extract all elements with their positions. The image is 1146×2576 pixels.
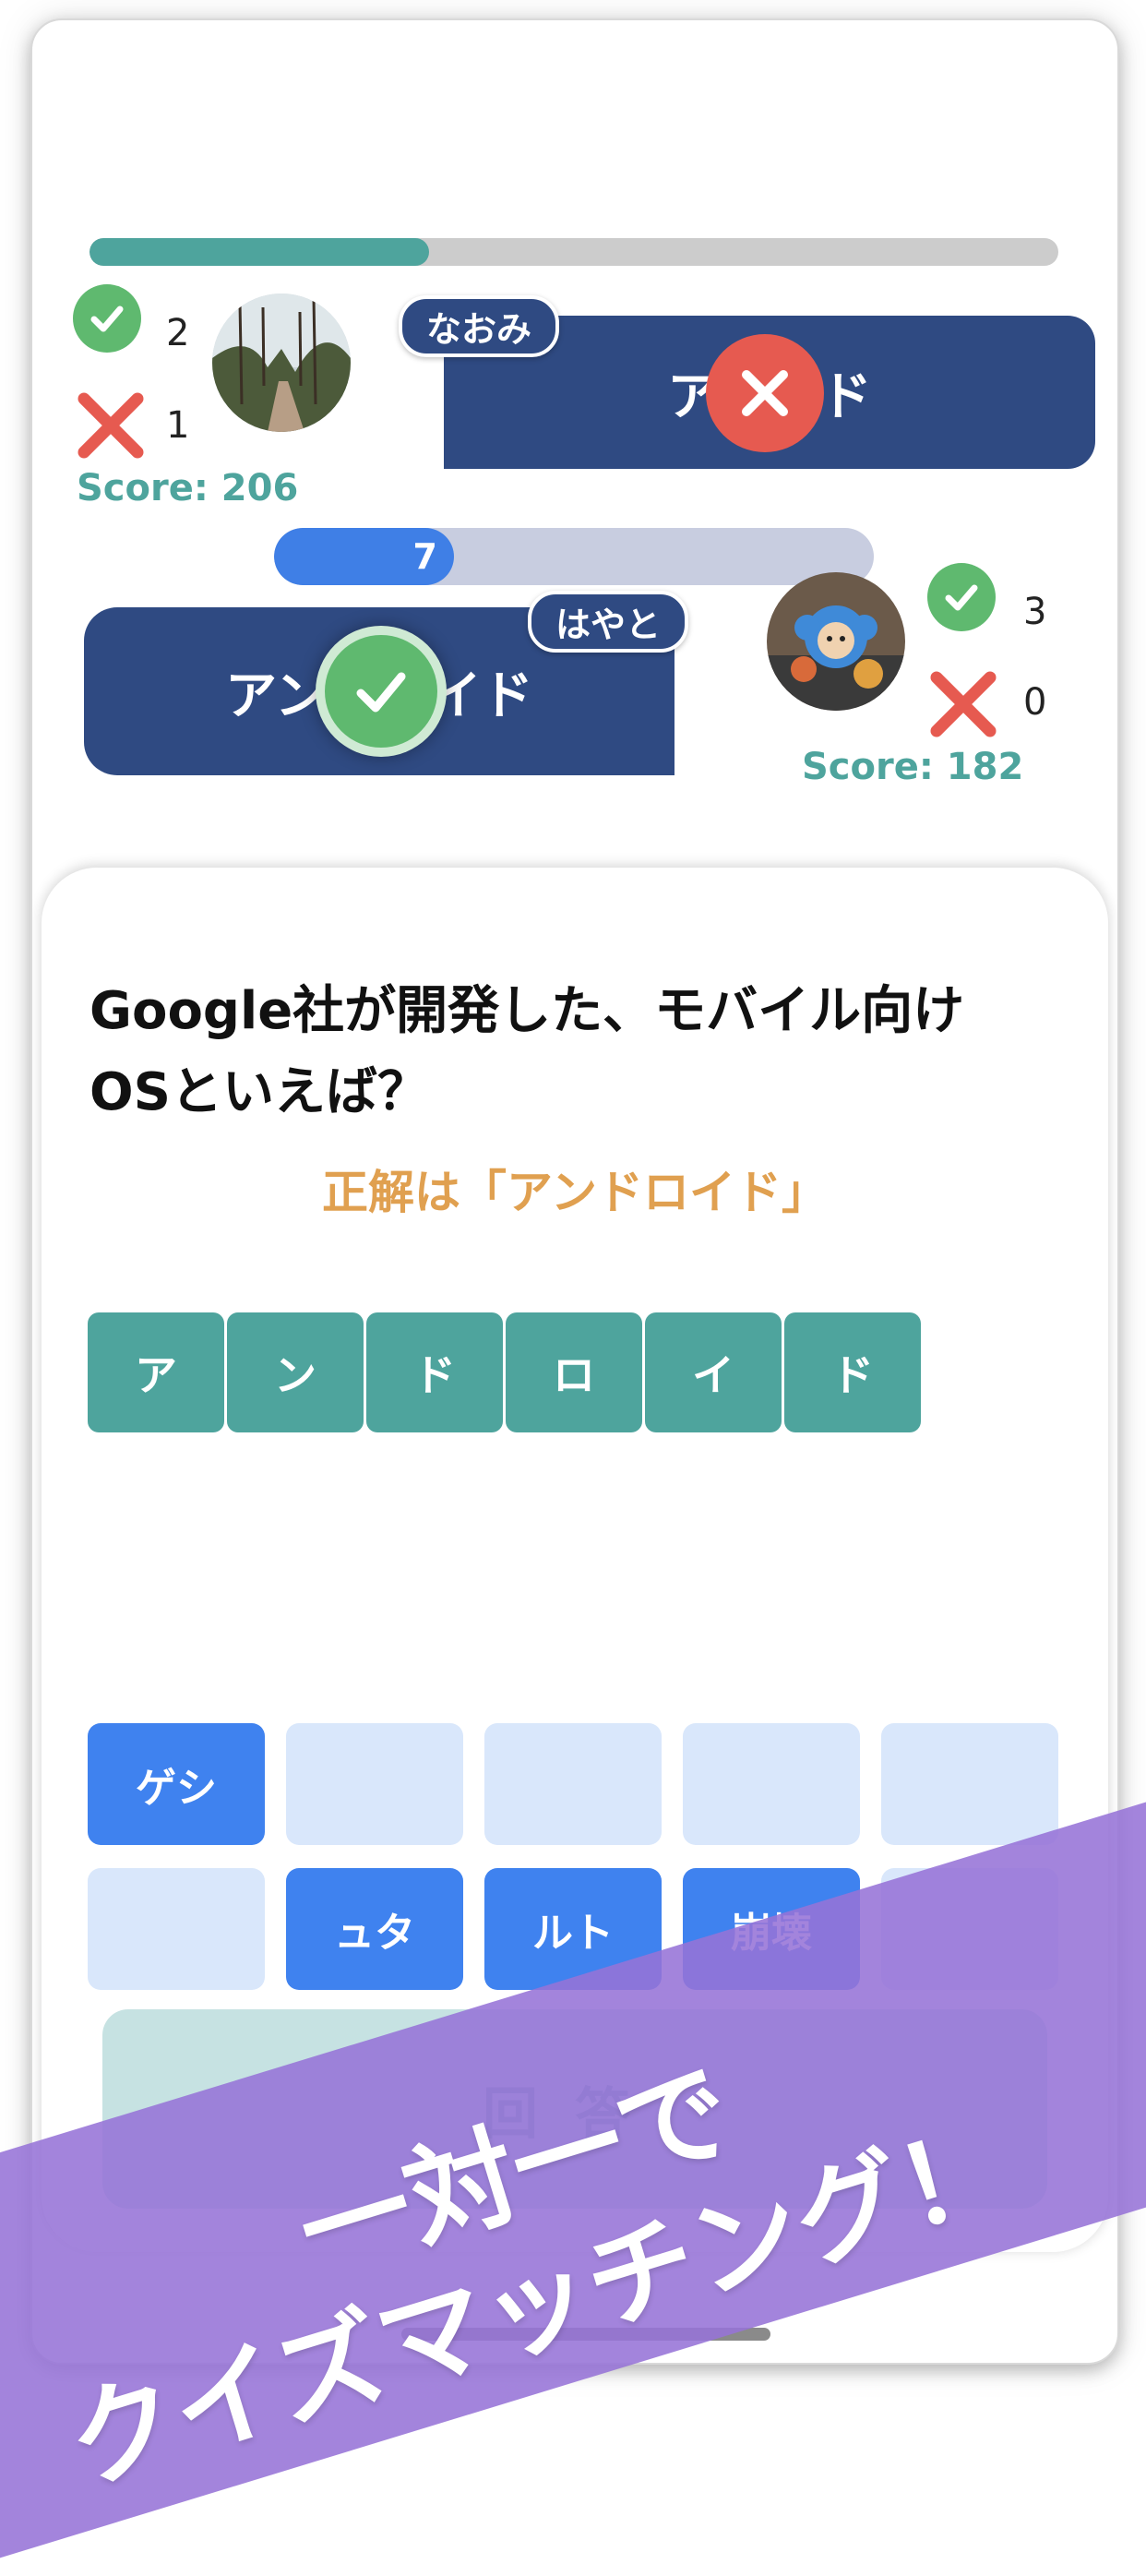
- key-button[interactable]: ュタ: [286, 1868, 463, 1990]
- quiz-progress-fill: [90, 238, 429, 266]
- answer-tile[interactable]: ド: [784, 1312, 921, 1432]
- wrong-x-icon: [77, 391, 145, 460]
- key-button[interactable]: [484, 1723, 662, 1845]
- correct-check-icon: [73, 284, 141, 353]
- answer-tile[interactable]: ド: [366, 1312, 503, 1432]
- keyboard-row-1: ゲシ: [88, 1723, 1058, 1845]
- question-text: Google社が開発した、モバイル向け OSといえば？: [90, 971, 1068, 1133]
- key-button[interactable]: [683, 1723, 860, 1845]
- player-avatar[interactable]: [767, 572, 905, 711]
- question-line-1: Google社が開発した、モバイル向け: [90, 981, 965, 1041]
- quiz-progress-bar: [90, 238, 1058, 266]
- answer-tile[interactable]: ン: [227, 1312, 364, 1432]
- key-button[interactable]: [88, 1868, 265, 1990]
- correct-check-icon: [927, 563, 996, 631]
- opponent-score: Score: 206: [77, 467, 299, 509]
- opponent-avatar[interactable]: [212, 294, 351, 432]
- timer-fill: 7: [274, 528, 454, 585]
- answer-tile[interactable]: ア: [88, 1312, 224, 1432]
- opponent-correct-count: 2: [166, 312, 190, 354]
- question-line-2: OSといえば？: [90, 1062, 429, 1122]
- correct-answer-message: 正解は「アンドロイド」: [322, 1166, 828, 1219]
- key-button[interactable]: ゲシ: [88, 1723, 265, 1845]
- opponent-wrong-count: 1: [166, 404, 190, 447]
- player-score: Score: 182: [802, 746, 1024, 788]
- timer-bar: 7: [274, 528, 874, 585]
- key-button[interactable]: [881, 1723, 1058, 1845]
- player-correct-count: 3: [1023, 591, 1047, 633]
- answer-tiles: ア ン ド ロ イ ド: [88, 1312, 921, 1432]
- wrong-result-icon: [706, 334, 824, 452]
- correct-result-icon: [316, 626, 447, 757]
- player-wrong-count: 0: [1023, 681, 1047, 724]
- wrong-x-icon: [929, 670, 997, 738]
- answer-tile[interactable]: ロ: [506, 1312, 642, 1432]
- player-name-tag: はやと: [528, 591, 689, 653]
- opponent-name-tag: なおみ: [399, 295, 560, 357]
- timer-value: 7: [412, 536, 437, 577]
- answer-tile[interactable]: イ: [645, 1312, 782, 1432]
- key-button[interactable]: [286, 1723, 463, 1845]
